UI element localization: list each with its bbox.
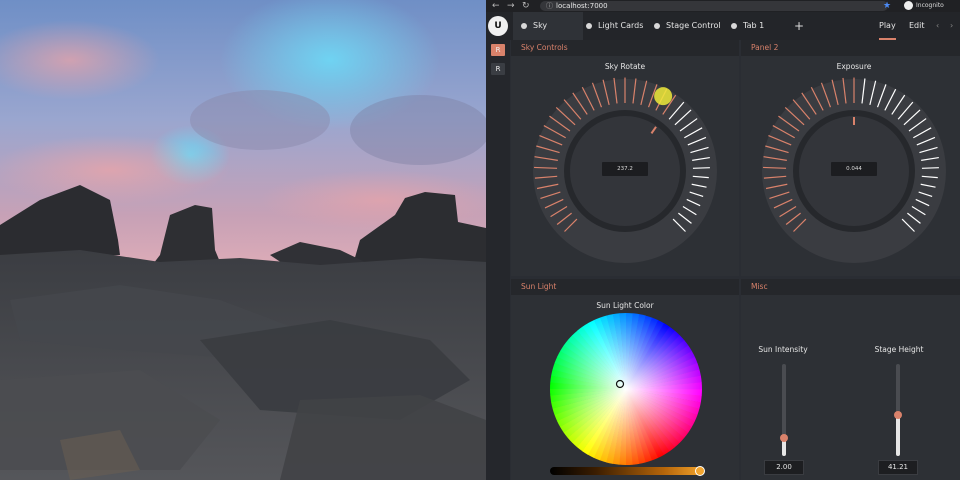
control-app: ← → ↻ ⓘ localhost:7000 ★ Incognito U Sky… [486,0,960,480]
stage-height-value[interactable]: 41.21 [878,460,918,475]
tab-stage-control[interactable]: Stage Control [654,12,738,40]
panel-title: Sun Light [521,282,557,291]
sun-intensity-label: Sun Intensity [758,345,808,354]
palette-icon [521,22,527,29]
sidebar [486,40,510,480]
info-icon: ⓘ [546,2,553,10]
panel-title: Misc [751,282,768,291]
sky-rotate-label: Sky Rotate [604,62,646,71]
stage-height-label: Stage Height [874,345,924,354]
panel-title: Panel 2 [751,43,779,52]
bookmark-star-icon[interactable]: ★ [883,0,891,12]
address-bar[interactable]: ⓘ localhost:7000 [540,1,888,11]
panel-sun-light: Sun Light Sun Light Color [511,279,739,480]
panel-header: Panel 2 [741,40,960,56]
panel-header: Misc [741,279,960,295]
profile-badge[interactable]: Incognito [904,1,944,11]
add-tab-button[interactable]: + [794,12,804,40]
tab-sky[interactable]: Sky [513,12,583,40]
forward-icon[interactable]: → [507,0,515,12]
tab-light-cards[interactable]: Light Cards [586,12,650,40]
brightness-slider-thumb[interactable] [694,466,705,476]
tab-1[interactable]: Tab 1 [731,12,781,40]
sun-light-color-label: Sun Light Color [596,301,654,310]
unreal-logo-icon: U [488,16,508,36]
panel-sky-controls: Sky Controls Sky Rotate 237.2 [511,40,739,276]
chevron-left-icon[interactable]: ‹ [936,12,939,40]
tab-label: Tab 1 [743,21,765,30]
stage-height-thumb[interactable] [894,410,902,419]
exposure-label: Exposure [836,62,872,71]
panel-2: Panel 2 Exposure 0.044 [741,40,960,276]
panel-title: Sky Controls [521,43,568,52]
palette-icon [731,22,737,29]
address-text: localhost:7000 [556,2,608,10]
incognito-icon [904,1,913,10]
sun-intensity-value[interactable]: 2.00 [764,460,804,475]
edit-mode-button[interactable]: Edit [909,12,925,40]
brightness-slider[interactable] [550,467,702,475]
profile-label: Incognito [916,2,944,9]
sidebar-button-2[interactable]: R [491,63,505,75]
tab-label: Light Cards [598,21,644,30]
panel-header: Sun Light [511,279,739,295]
back-icon[interactable]: ← [492,0,500,12]
sky-rotate-tick [692,167,710,169]
color-wheel[interactable] [550,313,702,465]
sky-rotate-value[interactable]: 237.2 [602,162,648,176]
exposure-tick [921,167,939,169]
chevron-right-icon[interactable]: › [950,12,953,40]
color-wheel-white-center [550,313,702,465]
panel-header: Sky Controls [511,40,739,56]
reload-icon[interactable]: ↻ [522,0,530,12]
sky-rotate-hover-cursor [654,87,673,106]
panel-misc: Misc Sun Intensity 2.00 Stage Height 41.… [741,279,960,480]
play-mode-button[interactable]: Play [879,12,896,40]
sidebar-button-1[interactable]: R [491,44,505,56]
sun-intensity-thumb[interactable] [780,433,788,442]
palette-icon [586,22,592,29]
exposure-value[interactable]: 0.044 [831,162,877,176]
viewport-scene[interactable] [0,0,486,480]
tab-label: Stage Control [666,21,721,30]
stage-height-fill [896,414,900,456]
palette-icon [654,22,660,29]
tab-label: Sky [533,21,548,30]
